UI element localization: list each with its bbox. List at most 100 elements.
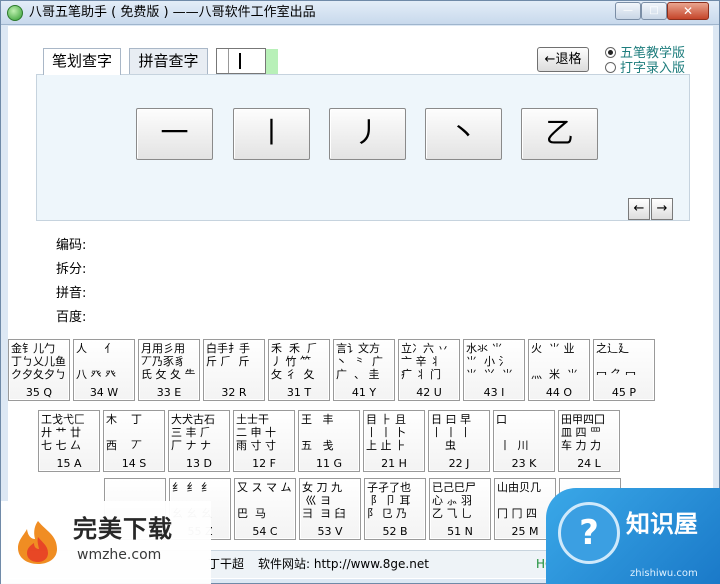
key-code: 11 G: [315, 457, 343, 470]
close-button[interactable]: ✕: [667, 2, 709, 20]
key-roots: 目 ⺊ 且 丨 丨 卜 上 止 ⺊: [366, 413, 406, 452]
key-roots: 女 刀 九 巛 ヨ 彐 ヨ 臼: [302, 481, 346, 520]
keyboard-key-row2-5[interactable]: 目 ⺊ 且 丨 丨 卜 上 止 ⺊ 21 H: [363, 410, 425, 472]
radio-unselected-icon: [605, 62, 616, 73]
key-roots: 日 曰 早 丨 丨 丨 虫: [431, 413, 471, 452]
key-roots: 子孑了也 阝 卩 耳 阝 ⺋ 乃: [367, 481, 411, 520]
keyboard-key-row1-3[interactable]: 白手扌手 斤 ⺁ 斤 32 R: [203, 339, 265, 401]
key-code: 31 T: [286, 386, 312, 399]
key-code: 53 V: [317, 525, 343, 538]
key-roots: 山由贝几 冂 冂 四: [497, 481, 541, 520]
key-code: 43 I: [483, 386, 505, 399]
keyboard-key-row2-0[interactable]: 工戈弋匚 廾 艹 廿 七 七 厶 15 A: [38, 410, 100, 472]
keyboard-key-row2-2[interactable]: 大犬古石 三 丰 ⺁ 厂 ナ ナ 13 D: [168, 410, 230, 472]
key-roots: 人 亻 八 癶 癶: [76, 342, 116, 381]
key-code: 34 W: [89, 386, 119, 399]
stroke-button-pie[interactable]: 丿: [329, 108, 406, 160]
key-roots: 木 丁 西 丆: [106, 413, 142, 452]
keyboard-key-row2-4[interactable]: 王 丰 五 戋 11 G: [298, 410, 360, 472]
key-roots: 立冫六 丷 亠 辛 丬 疒 ⺦ 门: [401, 342, 449, 381]
pinyin-label: 拼音:: [56, 286, 87, 301]
text-cursor: [239, 53, 241, 69]
backspace-button[interactable]: ←退格: [537, 47, 589, 72]
key-code: 13 D: [186, 457, 212, 470]
info-area: 编码: 拆分: 拼音: 百度:: [36, 222, 690, 342]
keyboard-key-row1-4[interactable]: 禾 禾 ⺁ 丿 竹 ⺮ 攵 彳 夂 31 T: [268, 339, 330, 401]
author-text: 丁干超: [208, 557, 245, 571]
key-code: 45 P: [611, 386, 637, 399]
key-roots: 已己巳尸 心 ⺗ 羽 乙 ⺄ 乚: [432, 481, 476, 520]
watermark-right-title: 知识屋: [626, 510, 698, 538]
website-link[interactable]: 软件网站: http://www.8ge.net: [258, 557, 429, 571]
watermark-right-sub: zhishiwu.com: [630, 568, 698, 579]
baidu-label: 百度:: [56, 310, 87, 325]
watermark-zhishiwu: ? 知识屋 zhishiwu.com: [546, 488, 720, 584]
key-code: 33 E: [156, 386, 182, 399]
input-display-box[interactable]: [216, 48, 266, 74]
key-code: 32 R: [221, 386, 247, 399]
keyboard-key-row1-5[interactable]: 言讠文方 丶 ⺀ 广 广 、 圭 41 Y: [333, 339, 395, 401]
keyboard-key-row1-9[interactable]: 之辶廴 冖 ⺈ 冖 45 P: [593, 339, 655, 401]
key-code: 35 Q: [25, 386, 53, 399]
keyboard-key-row1-7[interactable]: 水氺 ⺌ ⺌ 小 氵 ⺌ ⺍ ⺌ 43 I: [463, 339, 525, 401]
keyboard-key-row2-8[interactable]: 田甲四囗 皿 四 罒 车 力 力 24 L: [558, 410, 620, 472]
keyboard-key-row3-3[interactable]: 女 刀 九 巛 ヨ 彐 ヨ 臼 53 V: [299, 478, 361, 540]
question-bubble-icon: ?: [558, 502, 620, 564]
key-roots: 又 ス マ ム 巴 马: [237, 481, 292, 520]
key-roots: 工戈弋匚 廾 艹 廿 七 七 厶: [41, 413, 85, 452]
flame-logo-icon: [18, 521, 57, 564]
prev-button[interactable]: ←: [628, 198, 650, 220]
key-code: 52 B: [382, 525, 408, 538]
stroke-button-zhe[interactable]: 乙: [521, 108, 598, 160]
minimize-button[interactable]: —: [615, 2, 641, 20]
keyboard-key-row1-8[interactable]: 火 ⺌ 业 灬 米 ⺌ 44 O: [528, 339, 590, 401]
key-roots: 白手扌手 斤 ⺁ 斤: [206, 342, 250, 368]
key-roots: 金钅儿勹 丁ㄅ乂儿鱼 ク夕夂夕ㄅ: [11, 342, 66, 381]
keyboard-key-row3-5[interactable]: 已己巳尸 心 ⺗ 羽 乙 ⺄ 乚 51 N: [429, 478, 491, 540]
watermark-wanmei: 完美下载 wmzhe.com: [1, 501, 211, 584]
app-window: 八哥五笔助手 ( 免费版 ) ——八哥软件工作室出品 — □ ✕ 笔划查字 拼音…: [0, 0, 720, 584]
key-roots: 水氺 ⺌ ⺌ 小 氵 ⺌ ⺍ ⺌: [466, 342, 513, 381]
keyboard-key-row2-7[interactable]: 口 丨 川 23 K: [493, 410, 555, 472]
input-divider: [228, 49, 229, 73]
keyboard-key-row1-6[interactable]: 立冫六 丷 亠 辛 丬 疒 ⺦ 门 42 U: [398, 339, 460, 401]
key-code: 14 S: [121, 457, 147, 470]
keyboard-key-row2-1[interactable]: 木 丁 西 丆 14 S: [103, 410, 165, 472]
key-roots: 王 丰 五 戋: [301, 413, 334, 452]
key-code: 22 J: [448, 457, 470, 470]
key-code: 24 L: [577, 457, 601, 470]
keyboard-key-row1-0[interactable]: 金钅儿勹 丁ㄅ乂儿鱼 ク夕夂夕ㄅ 35 Q: [8, 339, 70, 401]
code-label: 编码:: [56, 238, 87, 253]
keyboard-key-row1-1[interactable]: 人 亻 八 癶 癶 34 W: [73, 339, 135, 401]
title-bar: 八哥五笔助手 ( 免费版 ) ——八哥软件工作室出品 — □ ✕: [1, 1, 719, 25]
key-code: 21 H: [381, 457, 407, 470]
key-code: 42 U: [416, 386, 442, 399]
keyboard-key-row2-3[interactable]: 土士干 二 申 十 雨 寸 寸 12 F: [233, 410, 295, 472]
stroke-button-dian[interactable]: 丶: [425, 108, 502, 160]
maximize-button[interactable]: □: [641, 2, 667, 20]
tab-pinyin-lookup[interactable]: 拼音查字: [129, 48, 208, 74]
key-roots: 土士干 二 申 十 雨 寸 寸: [236, 413, 276, 452]
keyboard-key-row3-4[interactable]: 子孑了也 阝 卩 耳 阝 ⺋ 乃 52 B: [364, 478, 426, 540]
keyboard-key-row1-2[interactable]: 月用彡用 丆乃豕豸 氏 ⺙ 夂 ⺧ 33 E: [138, 339, 200, 401]
key-roots: 禾 禾 ⺁ 丿 竹 ⺮ 攵 彳 夂: [271, 342, 318, 381]
key-code: 12 F: [252, 457, 276, 470]
key-roots: 大犬古石 三 丰 ⺁ 厂 ナ ナ: [171, 413, 215, 452]
key-code: 23 K: [511, 457, 537, 470]
watermark-left-title: 完美下载: [73, 515, 173, 543]
stroke-button-heng[interactable]: 一: [136, 108, 213, 160]
key-roots: 火 ⺌ 业 灬 米 ⺌: [531, 342, 578, 381]
key-code: 51 N: [447, 525, 473, 538]
keyboard-key-row3-2[interactable]: 又 ス マ ム 巴 马 54 C: [234, 478, 296, 540]
radio-wubi-teaching[interactable]: 五笔教学版: [605, 46, 685, 61]
tab-stroke-lookup[interactable]: 笔划查字: [43, 48, 121, 75]
app-logo-icon: [7, 5, 23, 21]
next-button[interactable]: →: [651, 198, 673, 220]
key-code: 41 Y: [351, 386, 377, 399]
key-roots: 口 丨 川: [496, 413, 529, 452]
keyboard-key-row2-6[interactable]: 日 曰 早 丨 丨 丨 虫 22 J: [428, 410, 490, 472]
status-indicator: [266, 49, 278, 74]
radio-wubi-label: 五笔教学版: [620, 46, 686, 61]
stroke-button-shu[interactable]: 丨: [233, 108, 310, 160]
split-label: 拆分:: [56, 262, 87, 277]
